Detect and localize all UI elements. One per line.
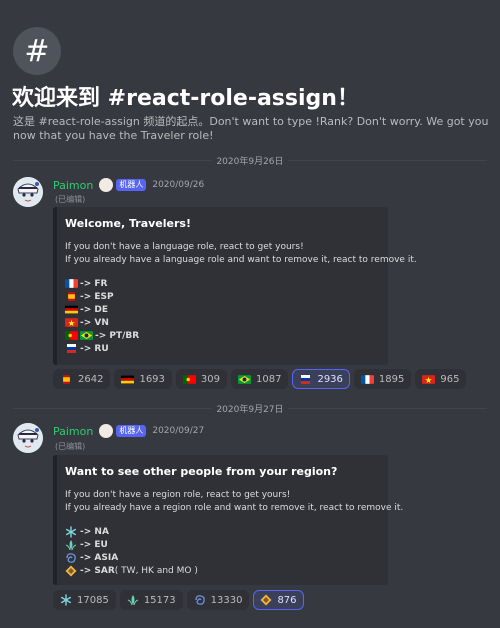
flag-de-icon: [121, 375, 135, 383]
reaction-count: 15173: [143, 594, 176, 606]
embed: Welcome, Travelers! If you don't have a …: [53, 207, 417, 365]
reaction-geo[interactable]: 876: [253, 590, 304, 610]
reactions-bar: 2642 1693 309 1087 2936 1895 965: [53, 369, 467, 389]
hydro-icon: [66, 552, 76, 563]
reaction-count: 876: [277, 594, 297, 606]
bot-tag: 机器人: [116, 425, 147, 437]
bot-tag: 机器人: [116, 179, 147, 191]
flag-es-icon: [63, 374, 70, 384]
reaction-count: 1895: [378, 373, 405, 385]
geo-icon: [65, 565, 77, 576]
reaction-es[interactable]: 2642: [53, 369, 111, 389]
message-header: Paimon 机器人 2020/09/26: [53, 178, 204, 192]
flag-ru-icon: [301, 374, 311, 384]
role-line: -> EU: [65, 538, 378, 551]
reaction-hydro[interactable]: 13330: [186, 590, 250, 610]
reaction-cryo[interactable]: 17085: [53, 590, 116, 610]
avatar[interactable]: [13, 423, 43, 453]
paimon-avatar-icon: [13, 423, 43, 453]
timestamp: 2020/09/27: [152, 426, 205, 436]
hydro-icon: [194, 595, 205, 605]
embed: Want to see other people from your regio…: [53, 455, 404, 585]
role-line: -> DE: [65, 303, 378, 316]
embed-line: If you don't have a region role, react t…: [65, 490, 291, 500]
role-line: -> SAR ( TW, HK and MO ): [65, 564, 378, 577]
role-line: -> PT/BR: [65, 329, 378, 342]
cryo-icon: [61, 594, 72, 606]
timestamp: 2020/09/26: [152, 180, 205, 190]
hash-icon: #: [13, 27, 61, 75]
anemo-icon: [127, 595, 138, 606]
badge-icon: [99, 424, 114, 438]
reaction-anemo[interactable]: 15173: [119, 590, 183, 610]
reaction-count: 17085: [77, 594, 109, 606]
edited-label: (已编辑): [55, 195, 86, 204]
flag-pt-icon: [65, 331, 78, 340]
avatar[interactable]: [13, 177, 43, 207]
role-line: -> ASIA: [65, 551, 378, 564]
paimon-avatar-icon: [13, 177, 43, 207]
reaction-count: 2936: [317, 373, 343, 385]
role-line: -> FR: [65, 277, 378, 290]
flag-vn-icon: [422, 374, 436, 384]
flag-pt-icon: [182, 374, 196, 384]
flag-ru-icon: [67, 344, 76, 353]
reaction-count: 965: [440, 373, 460, 385]
embed-line: If you already have a language role and …: [65, 255, 417, 265]
username[interactable]: Paimon: [53, 425, 93, 438]
flag-br-icon: [238, 374, 251, 384]
date-divider: 2020年9月27日: [13, 401, 487, 415]
reaction-de[interactable]: 1693: [114, 369, 172, 389]
welcome-description: 这是 #react-role-assign 频道的起点。Don't want t…: [13, 115, 489, 142]
reaction-vn[interactable]: 965: [415, 369, 467, 389]
reaction-count: 2642: [78, 373, 104, 385]
geo-icon: [260, 594, 272, 606]
anemo-icon: [65, 539, 77, 550]
cryo-icon: [66, 525, 77, 538]
message-header: Paimon 机器人 2020/09/27: [53, 424, 204, 438]
flag-br-icon: [80, 331, 93, 340]
embed-title: Want to see other people from your regio…: [65, 465, 338, 478]
embed-line: If you don't have a language role, react…: [65, 242, 304, 252]
reactions-bar: 17085 15173 13330 876: [53, 590, 304, 610]
flag-de-icon: [65, 305, 78, 314]
embed-title: Welcome, Travelers!: [65, 217, 191, 230]
embed-line: If you already have a region role and wa…: [65, 503, 404, 513]
reaction-count: 1087: [256, 373, 282, 385]
reaction-count: 309: [200, 373, 220, 385]
reaction-fr[interactable]: 1895: [353, 369, 412, 389]
edited-label: (已编辑): [55, 442, 86, 451]
flag-fr-icon: [360, 374, 374, 384]
role-line: -> ESP: [65, 290, 378, 303]
welcome-title: 欢迎来到 #react-role-assign！: [12, 86, 359, 111]
reaction-ru[interactable]: 2936: [292, 369, 350, 389]
flag-vn-icon: [65, 318, 78, 327]
reaction-pt[interactable]: 309: [175, 369, 227, 389]
reaction-br[interactable]: 1087: [231, 369, 289, 389]
reaction-count: 13330: [210, 594, 243, 606]
role-line: -> VN: [65, 316, 378, 329]
badge-icon: [99, 178, 114, 192]
reaction-count: 1693: [139, 373, 165, 385]
role-line: -> NA: [65, 525, 378, 538]
flag-es-icon: [68, 292, 75, 301]
username[interactable]: Paimon: [53, 179, 93, 192]
flag-fr-icon: [65, 279, 78, 288]
role-line: -> RU: [65, 342, 378, 355]
date-divider: 2020年9月26日: [13, 153, 487, 167]
